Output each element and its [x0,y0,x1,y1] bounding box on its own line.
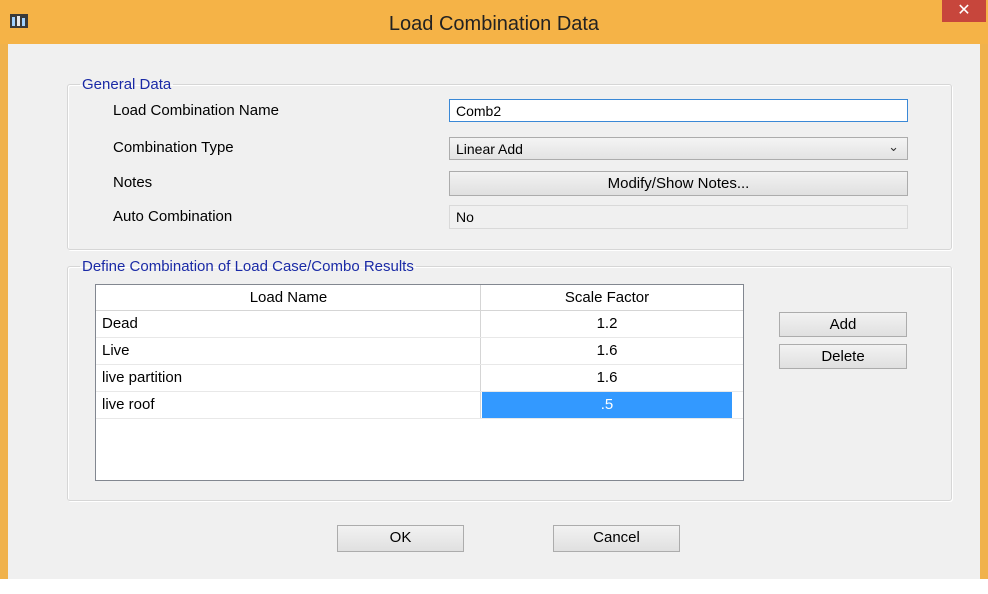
window-bottom-border [0,579,988,594]
auto-combination-label: Auto Combination [113,208,233,225]
ok-button[interactable]: OK [337,525,464,552]
combination-type-select[interactable]: Linear Add ⌄ [449,137,908,160]
modify-show-notes-button[interactable]: Modify/Show Notes... [449,171,908,196]
load-case-table: Load Name Scale Factor Dead 1.2 Live 1.6… [95,284,744,481]
auto-combination-field: No [449,205,908,229]
combination-type-label: Combination Type [113,139,234,156]
combination-type-value: Linear Add [456,141,523,157]
scale-factor-cell[interactable]: 1.6 [482,365,732,391]
scale-factor-cell[interactable]: 1.6 [482,338,732,364]
scale-factor-cell[interactable]: 1.2 [482,311,732,337]
combination-results-legend: Define Combination of Load Case/Combo Re… [82,258,414,275]
dialog-client-area: General Data Load Combination Name Comb2… [8,44,980,579]
cancel-button[interactable]: Cancel [553,525,680,552]
table-header: Load Name Scale Factor [96,285,743,311]
column-divider [480,365,481,391]
delete-button[interactable]: Delete [779,344,907,369]
load-combination-name-input[interactable]: Comb2 [449,99,908,122]
table-row[interactable]: live roof .5 [96,392,743,419]
load-name-cell[interactable]: live roof [102,396,155,413]
load-name-cell[interactable]: live partition [102,369,182,386]
add-button[interactable]: Add [779,312,907,337]
column-divider [480,285,481,311]
table-row[interactable]: live partition 1.6 [96,365,743,392]
load-name-cell[interactable]: Live [102,342,130,359]
table-row[interactable]: Live 1.6 [96,338,743,365]
load-combination-name-label: Load Combination Name [113,102,279,119]
window-title: Load Combination Data [388,13,600,35]
column-divider [480,338,481,364]
chevron-down-icon: ⌄ [888,139,899,154]
notes-label: Notes [113,174,153,191]
title-bar[interactable]: Load Combination Data ✕ [0,0,988,44]
dialog-window: Load Combination Data ✕ General Data Loa… [0,0,988,594]
table-row[interactable]: Dead 1.2 [96,311,743,338]
column-header-scale-factor[interactable]: Scale Factor [482,285,732,310]
scale-factor-cell-selected[interactable]: .5 [482,392,732,418]
load-name-cell[interactable]: Dead [102,315,138,332]
column-header-load-name[interactable]: Load Name [96,285,481,310]
general-data-legend: General Data [82,76,172,93]
column-divider [480,311,481,337]
column-divider [480,392,481,418]
close-button[interactable]: ✕ [942,0,986,22]
